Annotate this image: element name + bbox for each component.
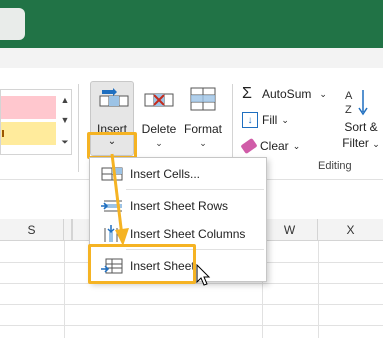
grid-row-line [0, 325, 383, 326]
editing-group-label: Editing [318, 160, 352, 172]
menu-separator [126, 189, 264, 190]
callout-arrow-icon [110, 153, 129, 246]
format-chevron-icon[interactable]: ⌄ [180, 138, 226, 149]
autosum-label: AutoSum [262, 87, 312, 101]
fill-down-icon: ↓ [242, 112, 258, 128]
column-header-w[interactable]: W [262, 219, 318, 241]
grid-col-line [64, 241, 65, 338]
style-neutral-swatch[interactable] [1, 122, 56, 145]
eraser-icon [240, 137, 258, 155]
menu-item-label: Insert Sheet Rows [130, 199, 229, 213]
column-header-s[interactable]: S [0, 219, 64, 241]
delete-button[interactable]: Delete ⌄ [136, 80, 182, 150]
column-header-x[interactable]: X [318, 219, 383, 241]
format-cells-icon [190, 87, 216, 111]
chevron-down-icon: ⌄ [372, 139, 380, 149]
cell-styles-gallery[interactable]: ▲ ▼ ⏷ [0, 89, 72, 155]
chevron-down-icon: ⌄ [292, 140, 301, 151]
delete-label: Delete [141, 122, 177, 136]
format-button[interactable]: Format ⌄ [180, 80, 226, 150]
delete-cells-icon [144, 93, 174, 107]
column-header [72, 219, 73, 241]
group-separator [78, 84, 79, 172]
fill-button[interactable]: ↓ Fill ⌄ [242, 110, 289, 130]
format-label: Format [183, 122, 222, 136]
sigma-icon: Σ [242, 85, 252, 102]
fill-label: Fill [262, 113, 278, 127]
filter-label: Filter [342, 136, 369, 150]
gallery-scroll-down-icon[interactable]: ▼ [59, 110, 71, 130]
ribbon-tab-strip [0, 48, 383, 68]
chevron-down-icon: ⌄ [319, 88, 327, 99]
sort-label: Sort & [344, 120, 378, 134]
title-bar-control[interactable] [0, 8, 25, 40]
grid-row-line [0, 304, 383, 305]
sort-az-icon: A Z [345, 90, 368, 116]
menu-item-label: Insert Sheet Columns [130, 227, 246, 241]
svg-text:Z: Z [345, 104, 352, 116]
insert-cells-icon [99, 88, 129, 107]
mouse-cursor-icon [196, 264, 211, 286]
gallery-more-icon[interactable]: ⏷ [59, 132, 71, 152]
chevron-down-icon: ⌄ [281, 114, 289, 125]
autosum-button[interactable]: Σ AutoSum ⌄ [242, 84, 327, 104]
insert-sheet-highlight [88, 244, 196, 284]
delete-chevron-icon[interactable]: ⌄ [136, 138, 182, 149]
clear-button[interactable]: Clear ⌄ [240, 136, 301, 156]
gallery-scroll-up-icon[interactable]: ▲ [59, 90, 71, 110]
style-bad-swatch[interactable] [1, 96, 56, 119]
sort-filter-button[interactable]: A Z Sort & Filter ⌄ [339, 88, 383, 158]
menu-item-label: Insert Cells... [130, 167, 201, 181]
clear-label: Clear [260, 139, 289, 153]
title-bar [0, 0, 383, 48]
grid-col-line [318, 241, 319, 338]
svg-text:A: A [345, 90, 353, 102]
